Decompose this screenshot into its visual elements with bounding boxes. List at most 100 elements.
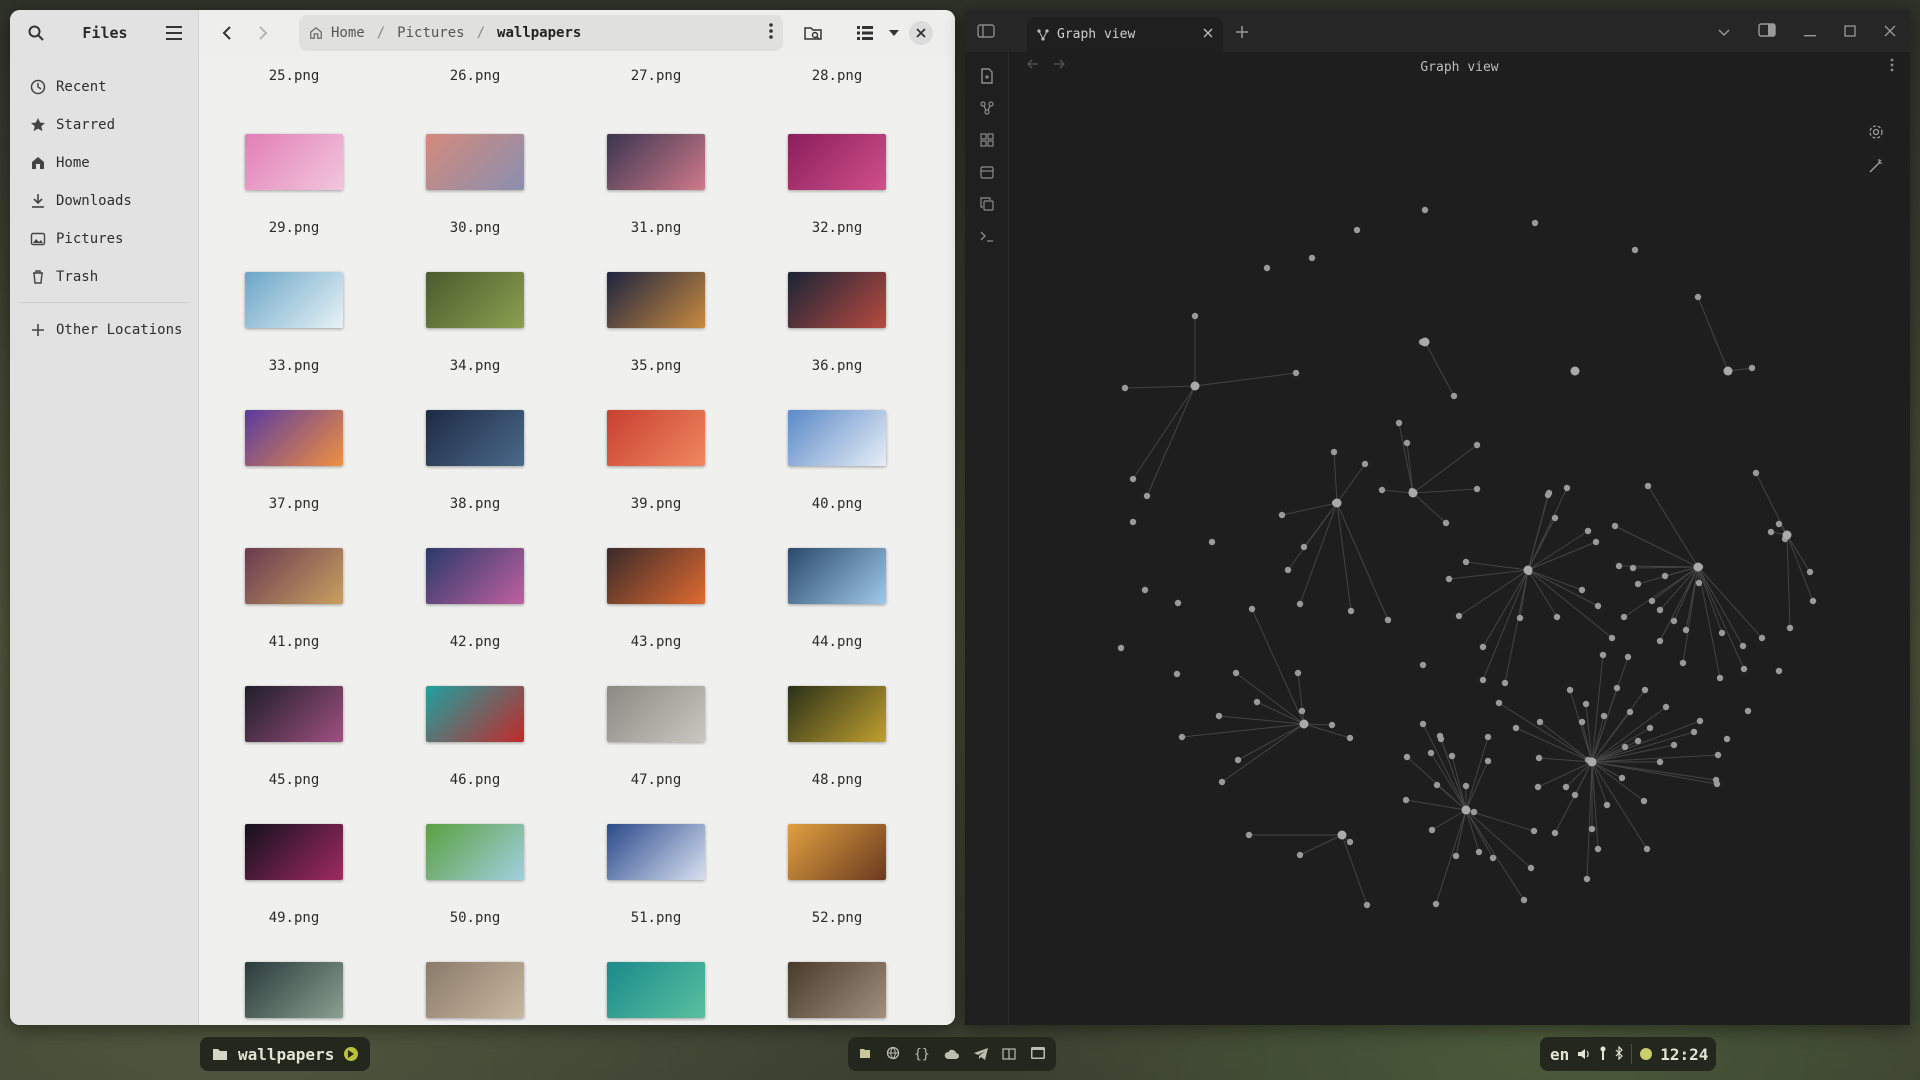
graph-node[interactable] — [1395, 419, 1403, 427]
graph-node[interactable] — [1739, 642, 1747, 650]
view-options-dropdown[interactable] — [885, 19, 903, 47]
antenna-icon[interactable] — [1599, 1045, 1607, 1064]
graph-node[interactable] — [1378, 486, 1386, 494]
graph-node-hub[interactable] — [1337, 830, 1347, 840]
search-icon[interactable] — [24, 21, 48, 45]
graph-icon[interactable] — [965, 92, 1008, 124]
back-button[interactable] — [213, 19, 241, 47]
graph-node[interactable] — [1578, 586, 1586, 594]
graph-node[interactable] — [1173, 670, 1181, 678]
play-icon[interactable] — [344, 1047, 359, 1061]
graph-node[interactable] — [1455, 612, 1463, 620]
cloud-icon[interactable] — [944, 1045, 960, 1064]
tab-graph-view[interactable]: Graph view — [1027, 17, 1223, 52]
file-item[interactable]: 51.png — [596, 824, 716, 926]
file-item[interactable]: 28.png — [777, 68, 897, 84]
graph-node[interactable] — [1403, 753, 1411, 761]
file-item[interactable]: 35.png — [596, 272, 716, 374]
graph-node[interactable] — [1695, 579, 1703, 587]
graph-node[interactable] — [1648, 597, 1656, 605]
close-window-button[interactable] — [909, 21, 933, 45]
graph-node[interactable] — [1308, 254, 1316, 262]
file-item[interactable] — [777, 962, 897, 1018]
graph-node[interactable] — [1263, 264, 1271, 272]
sidebar-item-recent[interactable]: Recent — [10, 68, 198, 106]
graph-node[interactable] — [1129, 518, 1137, 526]
files-app-icon[interactable] — [858, 1045, 872, 1064]
file-item[interactable]: 52.png — [777, 824, 897, 926]
graph-node[interactable] — [1679, 659, 1687, 667]
telegram-icon[interactable] — [973, 1045, 988, 1064]
breadcrumb-pictures[interactable]: Pictures — [397, 25, 464, 41]
graph-node[interactable] — [1723, 735, 1731, 743]
graph-node[interactable] — [1292, 369, 1300, 377]
graph-node[interactable] — [1448, 752, 1456, 760]
graph-node[interactable] — [1421, 206, 1429, 214]
graph-node[interactable] — [1716, 674, 1724, 682]
graph-node[interactable] — [1531, 219, 1539, 227]
code-icon[interactable]: {} — [914, 1047, 930, 1062]
graph-node[interactable] — [1534, 783, 1542, 791]
graph-node[interactable] — [1613, 684, 1621, 692]
graph-node[interactable] — [1512, 724, 1520, 732]
graph-node[interactable] — [1566, 686, 1574, 694]
graph-node[interactable] — [1786, 624, 1794, 632]
graph-node[interactable] — [1624, 653, 1632, 661]
sidebar-item-starred[interactable]: Starred — [10, 106, 198, 144]
graph-node[interactable] — [1473, 485, 1481, 493]
graph-node[interactable] — [1484, 733, 1492, 741]
nav-back-icon[interactable] — [1027, 58, 1039, 73]
breadcrumb-current[interactable]: wallpapers — [497, 25, 581, 41]
graph-node[interactable] — [1608, 634, 1616, 642]
file-item[interactable] — [596, 962, 716, 1018]
graph-node-hub[interactable] — [1461, 805, 1471, 815]
graph-node[interactable] — [1191, 312, 1199, 320]
graph-node[interactable] — [1603, 801, 1611, 809]
new-tab-button[interactable] — [1235, 20, 1249, 44]
graph-node[interactable] — [1599, 651, 1607, 659]
graph-node[interactable] — [1618, 774, 1626, 782]
file-item[interactable]: 40.png — [777, 410, 897, 512]
file-item[interactable]: 27.png — [596, 68, 716, 84]
graph-node[interactable] — [1436, 732, 1444, 740]
tab-list-chevron-icon[interactable] — [1718, 22, 1730, 41]
file-item[interactable]: 37.png — [234, 410, 354, 512]
graph-node-hub[interactable] — [1190, 381, 1200, 391]
graph-node[interactable] — [1551, 829, 1559, 837]
graph-node-hub[interactable] — [1587, 757, 1597, 767]
breadcrumb-home[interactable]: Home — [331, 25, 365, 41]
graph-node[interactable] — [1631, 246, 1639, 254]
graph-node[interactable] — [1620, 613, 1628, 621]
graph-node[interactable] — [1129, 475, 1137, 483]
graph-node[interactable] — [1445, 575, 1453, 583]
graph-node[interactable] — [1661, 572, 1669, 580]
graph-node[interactable] — [1232, 669, 1240, 677]
graph-node[interactable] — [1462, 558, 1470, 566]
file-item[interactable]: 47.png — [596, 686, 716, 788]
graph-node[interactable] — [1328, 721, 1336, 729]
graph-node[interactable] — [1143, 492, 1151, 500]
graph-node[interactable] — [1294, 669, 1302, 677]
graph-node-hub[interactable] — [1570, 366, 1580, 376]
graph-node[interactable] — [1809, 597, 1817, 605]
file-item[interactable]: 44.png — [777, 548, 897, 650]
graph-node[interactable] — [1643, 845, 1651, 853]
graph-node[interactable] — [1594, 602, 1602, 610]
graph-node[interactable] — [1208, 538, 1216, 546]
file-item[interactable]: 48.png — [777, 686, 897, 788]
graph-node[interactable] — [1284, 566, 1292, 574]
graph-node[interactable] — [1806, 568, 1814, 576]
graph-node[interactable] — [1767, 528, 1775, 536]
file-item[interactable]: 45.png — [234, 686, 354, 788]
graph-node[interactable] — [1646, 724, 1654, 732]
graph-node[interactable] — [1563, 484, 1571, 492]
graph-node[interactable] — [1432, 900, 1440, 908]
taskbar-window-button[interactable]: wallpapers — [200, 1037, 371, 1071]
view-list-button[interactable] — [851, 19, 879, 47]
file-item[interactable]: 36.png — [777, 272, 897, 374]
file-item[interactable]: 42.png — [415, 548, 535, 650]
graph-node[interactable] — [1347, 607, 1355, 615]
graph-node[interactable] — [1427, 749, 1435, 757]
graph-node[interactable] — [1419, 720, 1427, 728]
settings-icon[interactable] — [1868, 124, 1884, 144]
